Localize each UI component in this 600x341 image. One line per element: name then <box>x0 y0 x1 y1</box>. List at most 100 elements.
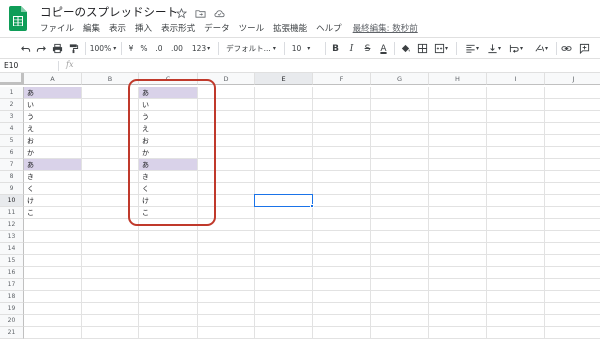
cell-e19[interactable] <box>255 303 313 315</box>
cell-f3[interactable] <box>313 111 371 123</box>
cell-f12[interactable] <box>313 219 371 231</box>
cell-j7[interactable] <box>545 159 600 171</box>
cell-g14[interactable] <box>371 243 429 255</box>
cell-i5[interactable] <box>487 135 545 147</box>
menu-format[interactable]: 表示形式 <box>161 22 195 34</box>
column-header-c[interactable]: C <box>139 73 198 85</box>
cell-i20[interactable] <box>487 315 545 327</box>
column-header-d[interactable]: D <box>198 73 255 85</box>
cell-f11[interactable] <box>313 207 371 219</box>
row-header-16[interactable]: 16 <box>0 267 24 279</box>
row-header-21[interactable]: 21 <box>0 327 24 339</box>
redo-icon[interactable] <box>34 41 48 56</box>
row-header-4[interactable]: 4 <box>0 123 24 135</box>
cell-e13[interactable] <box>255 231 313 243</box>
insert-comment-icon[interactable] <box>578 41 591 56</box>
cell-d10[interactable] <box>198 195 255 207</box>
cell-h17[interactable] <box>429 279 487 291</box>
menu-extensions[interactable]: 拡張機能 <box>273 22 307 34</box>
cell-i19[interactable] <box>487 303 545 315</box>
cell-d13[interactable] <box>198 231 255 243</box>
cell-j20[interactable] <box>545 315 600 327</box>
cell-c9[interactable]: く <box>139 183 198 195</box>
column-header-g[interactable]: G <box>371 73 429 85</box>
cell-c1[interactable]: あ <box>139 87 198 99</box>
cell-h4[interactable] <box>429 123 487 135</box>
cell-j4[interactable] <box>545 123 600 135</box>
strikethrough-button[interactable]: S <box>362 41 373 56</box>
cell-g11[interactable] <box>371 207 429 219</box>
cell-g7[interactable] <box>371 159 429 171</box>
row-header-1[interactable]: 1 <box>0 87 24 99</box>
cell-a18[interactable] <box>24 291 82 303</box>
cell-g4[interactable] <box>371 123 429 135</box>
cell-d9[interactable] <box>198 183 255 195</box>
row-header-6[interactable]: 6 <box>0 147 24 159</box>
cell-e12[interactable] <box>255 219 313 231</box>
cell-e8[interactable] <box>255 171 313 183</box>
cell-b4[interactable] <box>82 123 139 135</box>
cell-j9[interactable] <box>545 183 600 195</box>
menu-edit[interactable]: 編集 <box>83 22 100 34</box>
undo-icon[interactable] <box>18 41 32 56</box>
cell-j14[interactable] <box>545 243 600 255</box>
cell-d3[interactable] <box>198 111 255 123</box>
cell-h2[interactable] <box>429 99 487 111</box>
menu-insert[interactable]: 挿入 <box>135 22 152 34</box>
cell-a15[interactable] <box>24 255 82 267</box>
cell-d20[interactable] <box>198 315 255 327</box>
cell-i6[interactable] <box>487 147 545 159</box>
cell-d7[interactable] <box>198 159 255 171</box>
column-header-b[interactable]: B <box>82 73 139 85</box>
currency-format-button[interactable]: ¥ <box>126 41 136 56</box>
cell-e5[interactable] <box>255 135 313 147</box>
cell-h10[interactable] <box>429 195 487 207</box>
cell-j21[interactable] <box>545 327 600 339</box>
cell-e14[interactable] <box>255 243 313 255</box>
cell-j19[interactable] <box>545 303 600 315</box>
decrease-decimal-button[interactable]: .0 <box>152 41 166 56</box>
cell-i12[interactable] <box>487 219 545 231</box>
cell-a19[interactable] <box>24 303 82 315</box>
cell-b17[interactable] <box>82 279 139 291</box>
fill-handle[interactable] <box>310 204 314 208</box>
cell-d18[interactable] <box>198 291 255 303</box>
row-header-14[interactable]: 14 <box>0 243 24 255</box>
column-header-i[interactable]: I <box>487 73 545 85</box>
row-header-13[interactable]: 13 <box>0 231 24 243</box>
cell-e3[interactable] <box>255 111 313 123</box>
cell-j1[interactable] <box>545 87 600 99</box>
borders-icon[interactable] <box>416 41 429 56</box>
cell-g1[interactable] <box>371 87 429 99</box>
cell-b21[interactable] <box>82 327 139 339</box>
cell-i17[interactable] <box>487 279 545 291</box>
horizontal-align-icon[interactable]: ▾ <box>462 41 482 56</box>
more-formats-button[interactable]: 123 ▾ <box>189 41 213 56</box>
cell-e11[interactable] <box>255 207 313 219</box>
cell-d4[interactable] <box>198 123 255 135</box>
cell-a1[interactable]: あ <box>24 87 82 99</box>
cell-f18[interactable] <box>313 291 371 303</box>
cell-d8[interactable] <box>198 171 255 183</box>
cell-f6[interactable] <box>313 147 371 159</box>
cell-c15[interactable] <box>139 255 198 267</box>
cell-a10[interactable]: け <box>24 195 82 207</box>
cell-h18[interactable] <box>429 291 487 303</box>
column-header-f[interactable]: F <box>313 73 371 85</box>
name-box[interactable]: E10 <box>4 61 18 70</box>
menu-data[interactable]: データ <box>204 22 230 34</box>
cell-c11[interactable]: こ <box>139 207 198 219</box>
cell-f20[interactable] <box>313 315 371 327</box>
print-icon[interactable] <box>50 41 64 56</box>
column-header-j[interactable]: J <box>545 73 600 85</box>
cell-e4[interactable] <box>255 123 313 135</box>
cell-b18[interactable] <box>82 291 139 303</box>
cell-i4[interactable] <box>487 123 545 135</box>
cell-h21[interactable] <box>429 327 487 339</box>
cell-e20[interactable] <box>255 315 313 327</box>
cell-a8[interactable]: き <box>24 171 82 183</box>
cell-f7[interactable] <box>313 159 371 171</box>
cell-f21[interactable] <box>313 327 371 339</box>
cell-a2[interactable]: い <box>24 99 82 111</box>
cell-b6[interactable] <box>82 147 139 159</box>
